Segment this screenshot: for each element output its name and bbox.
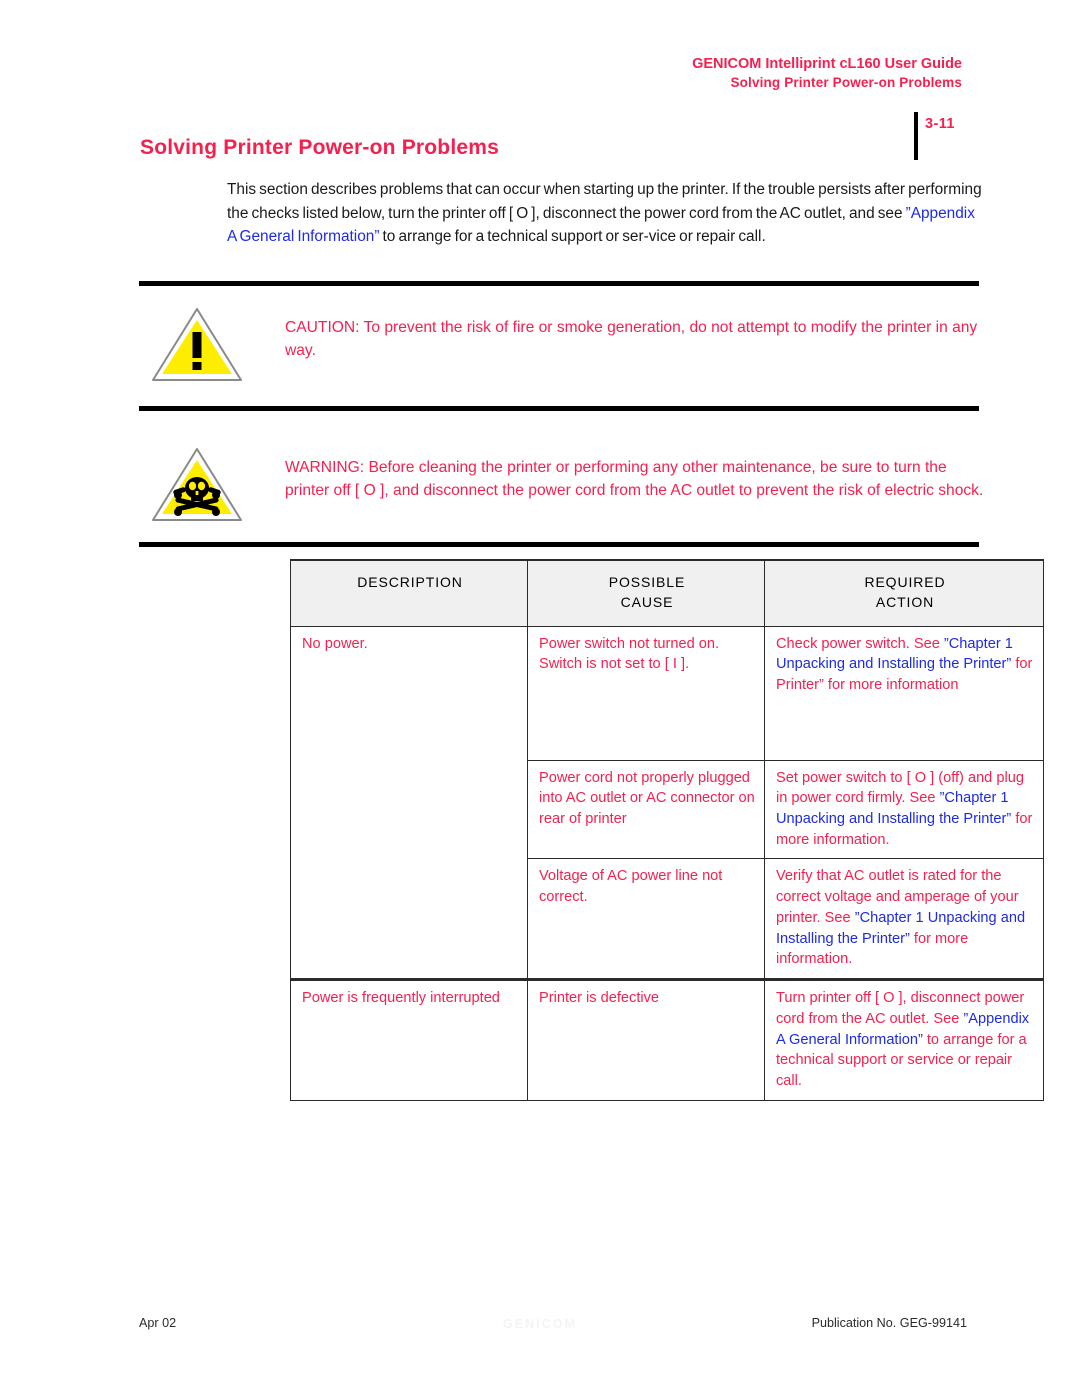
divider-rule-bottom	[139, 542, 979, 547]
table-header-row: DESCRIPTION POSSIBLE CAUSE REQUIRED ACTI…	[290, 558, 1044, 627]
cell-action-verify-outlet: Verify that AC outlet is rated for the c…	[764, 858, 1044, 981]
cell-description-no-power: No power.	[290, 625, 528, 981]
warning-triangle-exclamation-icon	[148, 300, 246, 388]
intro-text-before-link: This section describes problems that can…	[227, 181, 982, 222]
cell-action-turn-printer-off: Turn printer off [ O ], disconnect power…	[764, 978, 1044, 1101]
warning-text: WARNING: Before cleaning the printer or …	[285, 459, 984, 500]
caution-text: CAUTION: To prevent the risk of fire or …	[285, 319, 978, 360]
cell-action-check-power-switch: Check power switch. See ”Chapter 1 Unpac…	[764, 625, 1044, 761]
cell-cause-printer-defective: Printer is defective	[527, 978, 765, 1101]
column-header-cause-line2: CAUSE	[620, 594, 674, 611]
divider-rule-middle	[139, 406, 979, 411]
warning-triangle-skull-icon	[148, 440, 246, 528]
page-title: Solving Printer Power-on Problems	[140, 136, 499, 159]
column-header-cause-line1: POSSIBLE	[608, 574, 686, 590]
intro-paragraph: This section describes problems that can…	[227, 178, 983, 249]
action-text-before-link: Check power switch. See	[776, 635, 944, 652]
power-on-troubleshooting-table: DESCRIPTION POSSIBLE CAUSE REQUIRED ACTI…	[290, 558, 1044, 1101]
cell-cause-power-cord: Power cord not properly plugged into AC …	[527, 759, 765, 860]
cell-cause-power-switch: Power switch not turned on. Switch is no…	[527, 625, 765, 761]
footer-publication-number: Publication No. GEG-99141	[811, 1316, 967, 1330]
column-header-possible-cause: POSSIBLE CAUSE	[527, 558, 765, 627]
header-guide-title: GENICOM Intelliprint cL160 User Guide	[692, 56, 962, 72]
column-header-description: DESCRIPTION	[290, 558, 528, 627]
column-header-action-line2: ACTION	[875, 594, 935, 611]
column-header-required-action: REQUIRED ACTION	[764, 558, 1044, 627]
document-page: GENICOM Intelliprint cL160 User Guide So…	[0, 0, 1080, 1397]
table-row: Power is frequently interrupted Printer …	[290, 978, 1044, 1101]
column-header-action-line1: REQUIRED	[864, 574, 946, 590]
divider-rule-top	[139, 281, 979, 286]
header-divider-bar	[914, 112, 918, 160]
running-header: GENICOM Intelliprint cL160 User Guide So…	[0, 55, 1080, 160]
cell-action-set-power-switch: Set power switch to [ O ] (off) and plug…	[764, 759, 1044, 860]
intro-text-after-link: to arrange for a technical support or se…	[379, 228, 766, 246]
running-header-text: GENICOM Intelliprint cL160 User Guide So…	[692, 55, 962, 92]
cell-cause-voltage: Voltage of AC power line not correct.	[527, 858, 765, 981]
header-section-subtitle: Solving Printer Power-on Problems	[730, 75, 962, 91]
header-page-number: 3-11	[925, 116, 955, 132]
cell-description-power-interrupted: Power is frequently interrupted	[290, 978, 528, 1101]
table-row: No power. Power switch not turned on. Sw…	[290, 625, 1044, 981]
